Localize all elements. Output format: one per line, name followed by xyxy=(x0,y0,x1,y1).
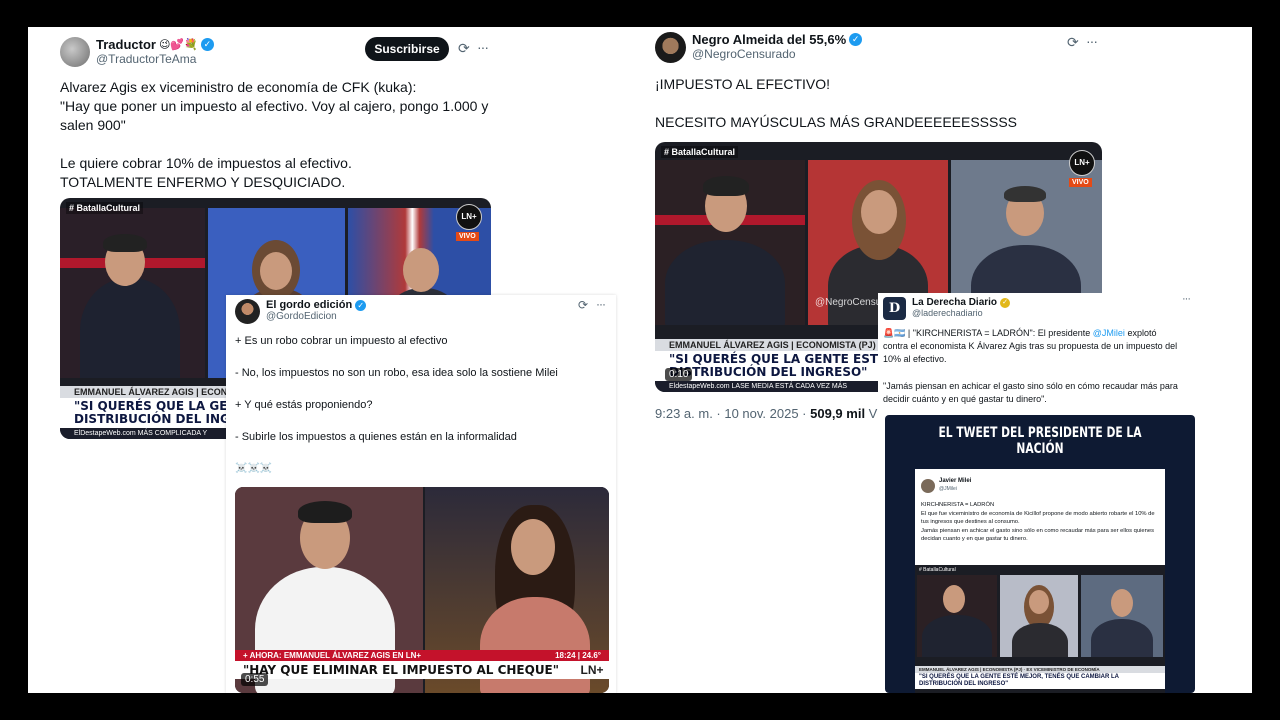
more-icon[interactable]: ··· xyxy=(477,39,489,55)
avatar[interactable] xyxy=(655,32,686,63)
tweet-text: Alvarez Agis ex viceministro de economía… xyxy=(60,79,489,190)
lower-third-quote: "HAY QUE ELIMINAR EL IMPUESTO AL CHEQUE" xyxy=(243,663,560,677)
grok-icon[interactable]: ⟳ xyxy=(458,40,470,57)
channel-logo: LN+ xyxy=(456,204,482,230)
live-badge: VIVO xyxy=(1069,178,1092,187)
tweet-meta: 9:23 a. m. · 10 nov. 2025 · 509,9 mil Vi… xyxy=(655,406,904,421)
author-handle[interactable]: @GordoEdicion xyxy=(266,311,366,322)
video-duration: 0:55 xyxy=(241,673,269,686)
lower-third-name: EMMANUEL ÁLVAREZ AGIS | ECONOMISTA (PJ) … xyxy=(915,666,1165,673)
embedded-handle: @JMilei xyxy=(939,486,957,492)
verified-badge-icon: ✓ xyxy=(1000,297,1011,308)
verified-badge-icon: ✓ xyxy=(355,299,367,311)
image-banner: EL TWEET DEL PRESIDENTE DE LA NACIÓN xyxy=(938,425,1142,457)
video-hashtag: # BatallaCultural xyxy=(919,567,956,573)
lower-third-name: + AHORA: EMMANUEL ÁLVAREZ AGIS EN LN+ xyxy=(243,651,422,660)
tweet-text: 🚨🇦🇷 | "KIRCHNERISTA = LADRÓN": El presid… xyxy=(883,327,1183,366)
embedded-author: Javier Milei xyxy=(939,478,972,484)
video-panel-left xyxy=(60,208,205,378)
tweet-gordo-edicion: El gordo edición ✓ @GordoEdicion ⟳ ··· + … xyxy=(226,295,616,693)
grok-icon[interactable]: ⟳ xyxy=(1067,34,1079,51)
verified-badge-icon: ✓ xyxy=(849,33,863,46)
dialogue-line: - No, los impuestos no son un robo, esa … xyxy=(235,367,558,379)
tweet-image[interactable]: EL TWEET DEL PRESIDENTE DE LA NACIÓN Jav… xyxy=(885,415,1195,693)
video-hashtag: # BatallaCultural xyxy=(661,146,739,158)
channel-logo: LN+ xyxy=(575,663,609,677)
video-duration: 0:10 xyxy=(665,368,693,381)
author-name[interactable]: La Derecha Diario xyxy=(912,297,997,308)
author-name[interactable]: Negro Almeida del 55,6% xyxy=(692,32,846,47)
skull-emojis: ☠️☠️☠️ xyxy=(235,463,273,474)
lower-third: + AHORA: EMMANUEL ÁLVAREZ AGIS EN LN+ 18… xyxy=(235,650,609,679)
tweet-la-derecha-diario: D La Derecha Diario ✓ @laderechadiario ··… xyxy=(878,293,1198,693)
mention-link[interactable]: @JMilei xyxy=(1093,328,1125,338)
lower-third-quote: "SI QUERÉS QUE LA GENTE ESTÉ MEJOR, TENÉ… xyxy=(915,673,1165,689)
tweet-text: + Es un robo cobrar un impuesto al efect… xyxy=(235,335,605,474)
avatar[interactable] xyxy=(235,299,260,324)
tweet-quote: "Jamás piensan en achicar el gasto sino … xyxy=(883,381,1178,404)
video-hashtag: # BatallaCultural xyxy=(66,202,144,214)
author-handle[interactable]: @laderechadiario xyxy=(912,308,1010,318)
tweet-timestamp[interactable]: 9:23 a. m. · 10 nov. 2025 · xyxy=(655,406,810,421)
video-panel-left xyxy=(655,160,805,325)
embedded-tweet: Javier Milei @JMilei KIRCHNERISTA = LADR… xyxy=(915,469,1165,565)
tweet-text: ¡IMPUESTO AL EFECTIVO! NECESITO MAYÚSCUL… xyxy=(655,76,1018,130)
author-handle[interactable]: @TraductorTeAma xyxy=(96,52,214,66)
author-handle[interactable]: @NegroCensurado xyxy=(692,47,862,61)
live-badge: VIVO xyxy=(456,232,479,241)
avatar[interactable]: D xyxy=(883,297,906,320)
lower-third-time: 18:24 | 24.6° xyxy=(555,651,601,660)
tweet-video[interactable]: + AHORA: EMMANUEL ÁLVAREZ AGIS EN LN+ 18… xyxy=(235,487,609,693)
view-count: 509,9 mil xyxy=(810,406,866,421)
avatar[interactable] xyxy=(60,37,90,67)
author-name[interactable]: El gordo edición xyxy=(266,299,352,311)
dialogue-line: + Es un robo cobrar un impuesto al efect… xyxy=(235,335,448,347)
dialogue-line: - Subirle los impuestos a quienes están … xyxy=(235,431,517,443)
grok-icon[interactable]: ⟳ xyxy=(578,298,588,312)
embedded-text: KIRCHNERISTA = LADRÓN El que fue vicemin… xyxy=(921,502,1155,542)
more-icon[interactable]: ··· xyxy=(1182,293,1191,305)
name-emoji: 😉💕💐 xyxy=(158,39,198,51)
dialogue-line: + Y qué estás proponiendo? xyxy=(235,399,373,411)
more-icon[interactable]: ··· xyxy=(1086,33,1098,49)
verified-badge-icon: ✓ xyxy=(200,38,214,51)
author-name[interactable]: Traductor xyxy=(96,37,156,52)
channel-logo: LN+ xyxy=(1069,150,1095,176)
collage-canvas: Traductor 😉💕💐 ✓ @TraductorTeAma Suscribirs… xyxy=(28,27,1252,693)
embedded-video: # BatallaCultural EMMANUEL ÁLVAREZ AGIS … xyxy=(915,565,1165,693)
lower-third: EMMANUEL ÁLVAREZ AGIS | ECONOMISTA (PJ) … xyxy=(915,666,1165,689)
subscribe-button[interactable]: Suscribirse xyxy=(365,37,449,61)
more-icon[interactable]: ··· xyxy=(596,297,606,311)
tweet-text-prefix: 🚨🇦🇷 | "KIRCHNERISTA = LADRÓN": El presid… xyxy=(883,328,1093,338)
